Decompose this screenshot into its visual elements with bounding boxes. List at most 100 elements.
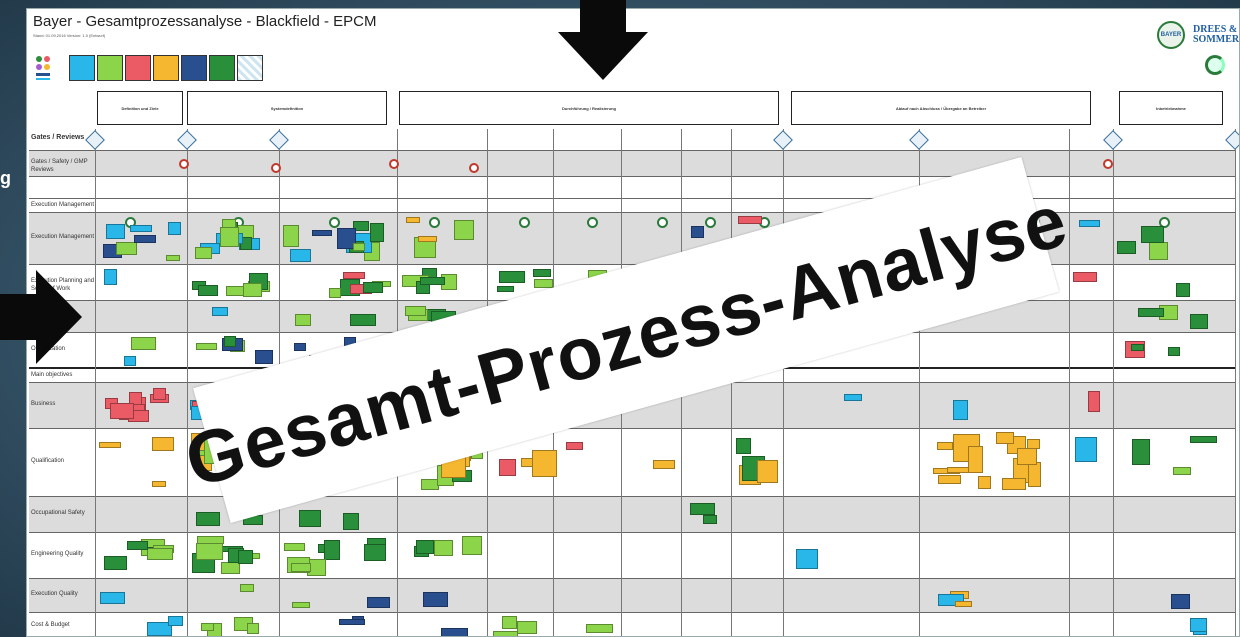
task-note [1088,390,1101,412]
task-note [196,511,221,526]
milestone-circle-icon [587,217,598,228]
task-note [104,556,128,571]
legend-swatch-darkgreen [209,55,235,81]
phase-header-1: Definition und Ziele [97,91,183,125]
legend-swatch-cyan [69,55,95,81]
task-note [422,592,448,608]
legend-mini-diagram [36,56,50,80]
task-note [291,602,310,609]
grid-column-line [1069,129,1070,636]
review-circle-icon [179,159,189,169]
task-note [165,254,180,261]
task-note [369,223,384,243]
task-note [324,539,341,560]
task-note [364,544,387,562]
task-note [110,403,135,420]
task-note [105,223,125,239]
row-label: Business [31,401,56,407]
task-note [99,442,122,449]
task-note [104,268,118,285]
task-note [291,563,312,573]
phase-header-5: Inbetriebnahme [1119,91,1223,125]
row-label: Cost & Budget [31,622,70,628]
grid-column-line [95,129,96,636]
legend-swatch-hatched [237,55,263,81]
task-note [133,234,156,243]
row-label: Execution Management [31,202,95,208]
row-label: Gates / Safety / GMP Reviews [31,159,88,173]
task-note [99,591,125,604]
task-note [328,287,341,298]
task-note [282,224,299,247]
grid-row [29,579,1235,613]
task-note [343,512,360,530]
task-note [284,542,306,551]
left-edge-text: g [0,168,11,188]
grid-column-line [1235,129,1236,636]
task-note [290,248,312,262]
task-note [433,540,453,557]
task-note [1131,343,1145,351]
task-note [996,432,1015,445]
task-note [532,268,551,277]
task-note [737,216,762,225]
task-note [1171,594,1191,610]
task-note [201,623,215,632]
task-note [294,343,307,352]
review-circle-icon [469,163,479,173]
task-note [703,514,718,524]
task-note [168,616,184,627]
task-note [453,219,474,240]
task-note [1172,466,1191,475]
task-note [1073,272,1098,283]
task-note [151,480,166,487]
task-note [195,543,223,561]
task-note [937,441,954,450]
task-note [493,630,519,636]
task-note [1176,283,1190,298]
task-note [795,548,818,569]
task-note [461,536,482,556]
review-circle-icon [389,159,399,169]
task-note [116,241,138,255]
task-note [405,306,427,317]
task-note [212,306,229,316]
task-note [566,441,584,450]
task-note [1132,438,1151,465]
task-note [311,230,332,237]
task-note [1016,447,1037,465]
task-note [496,285,514,292]
task-note [586,623,614,633]
down-arrow-icon [558,0,648,80]
task-note [533,278,553,288]
task-note [954,601,972,607]
task-note [221,562,241,575]
task-note [366,596,390,608]
task-note [352,242,365,251]
drees-sommer-logo: DREES & SOMMER [1193,24,1240,45]
milestone-circle-icon [705,217,716,228]
milestone-circle-icon [329,217,340,228]
task-note [353,220,370,231]
task-note [238,550,254,565]
task-note [938,475,962,485]
grid-column-line [783,129,784,636]
task-note [1167,347,1180,357]
task-note [294,313,311,326]
task-note [416,539,435,554]
grid-column-line [1113,129,1114,636]
phase-header-2: Systemdefinition [187,91,387,125]
task-note [298,509,321,527]
task-note [167,222,181,236]
grid-column-line [187,129,188,636]
task-note [498,270,525,283]
task-note [1140,226,1164,244]
task-note [952,400,968,421]
row-label: Main objectives [31,372,73,378]
row-label: Execution Quality [31,591,78,597]
task-note [126,541,148,551]
milestone-circle-icon [657,217,668,228]
review-circle-icon [271,163,281,173]
task-note [1075,437,1098,463]
legend-swatch-orange [153,55,179,81]
